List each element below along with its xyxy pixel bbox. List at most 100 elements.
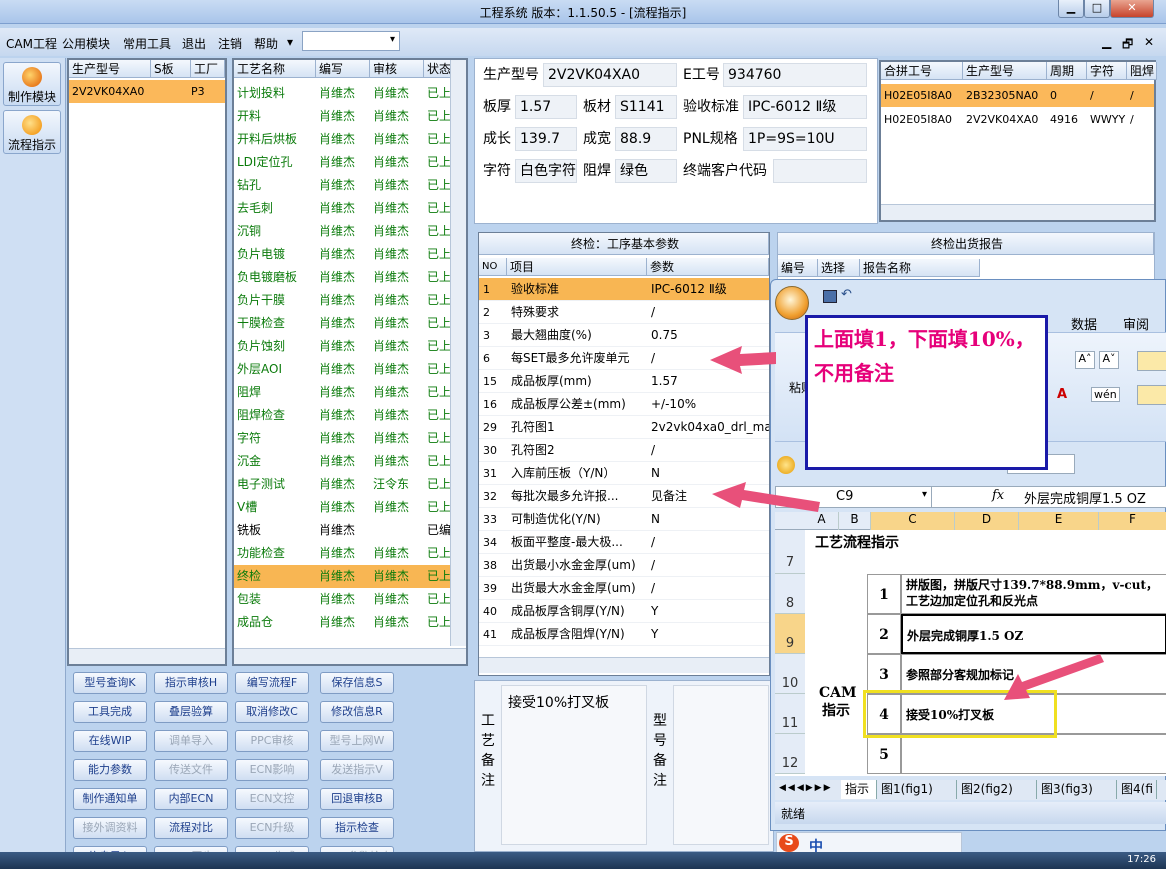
item-number-cell[interactable]: 2 [867,614,901,654]
action-button[interactable]: 叠层验算 [154,701,228,723]
col-header[interactable]: NO [479,258,507,276]
menu-tools[interactable]: 常用工具 [123,35,171,52]
row-header[interactable]: 8 [775,574,805,614]
col-header[interactable]: 阻焊 [1127,62,1157,80]
action-button[interactable]: 型号查询K [73,672,147,694]
action-button[interactable]: 保存信息S [320,672,394,694]
action-button[interactable]: 回退审核B [320,788,394,810]
e-no-field[interactable]: 934760 [723,63,867,87]
chevron-down-icon[interactable]: ▾ [922,489,927,500]
action-button[interactable]: 能力参数 [73,759,147,781]
table-row[interactable]: 负片干膜 肖维杰 肖维杰 已上 [234,289,450,312]
phonetic-icon[interactable]: wén [1091,387,1120,402]
undo-icon[interactable]: ↶ [841,287,852,302]
table-row[interactable]: 1 验收标准 IPC-6012 Ⅱ级 [479,278,769,301]
table-row[interactable]: 阻焊检查 肖维杰 肖维杰 已上 [234,404,450,427]
action-button[interactable]: 调单导入 [154,730,228,752]
ribbon-tab-data[interactable]: 数据 [1071,314,1097,333]
thickness-field[interactable]: 1.57 [515,95,577,119]
table-row[interactable]: 阻焊 肖维杰 肖维杰 已上 [234,381,450,404]
table-row[interactable]: 负片蚀刻 肖维杰 肖维杰 已上 [234,335,450,358]
char-field[interactable]: 白色字符 [515,159,577,183]
table-row[interactable]: 计划投料 肖维杰 肖维杰 已上 [234,82,450,105]
table-row[interactable]: 2V2VK04XA0 P3 [69,80,225,103]
column-header[interactable]: C [871,512,955,530]
action-button[interactable]: 取消修改C [235,701,309,723]
align-center-icon[interactable] [1137,385,1166,405]
sheet-tab[interactable]: 图3(fig3) [1037,780,1117,799]
item-text-cell[interactable] [901,734,1166,774]
chevron-down-icon[interactable]: ▾ [287,35,293,49]
action-button[interactable]: 发送指示V [320,759,394,781]
minimize-button[interactable]: ▁ [1058,0,1084,18]
cam-label-cell[interactable]: CAM指示 [805,574,867,776]
horizontal-scrollbar[interactable] [881,204,1154,220]
horizontal-scrollbar[interactable] [69,648,225,664]
client-field[interactable] [773,159,867,183]
item-text-cell[interactable]: 外层完成铜厚1.5 OZ [901,614,1166,654]
align-left-icon[interactable] [1137,351,1166,371]
action-button[interactable]: 流程对比 [154,817,228,839]
col-header[interactable]: 项目 [507,258,647,276]
col-header[interactable]: S板 [151,60,191,78]
sheet-tab[interactable]: 指示 [841,780,877,799]
item-number-cell[interactable]: 1 [867,574,901,614]
action-button[interactable]: ECN文控 [235,788,309,810]
row-header[interactable]: 11 [775,694,805,734]
action-button[interactable]: 在线WIP [73,730,147,752]
col-header[interactable]: 编写 [316,60,370,78]
table-row[interactable]: 41 成品板厚含阻焊(Y/N) Y [479,623,769,646]
table-row[interactable]: 开料后烘板 肖维杰 肖维杰 已上 [234,128,450,151]
table-row[interactable]: H02E05I8A0 2V2VK04XA0 4916 WWYY / [881,108,1154,131]
action-button[interactable]: ECN升级 [235,817,309,839]
menu-public[interactable]: 公用模块 [62,35,110,52]
sheet-tab[interactable]: 图1(fig1) [877,780,957,799]
col-header[interactable]: 工艺名称 [234,60,316,78]
table-row[interactable]: 功能检查 肖维杰 肖维杰 已上 [234,542,450,565]
table-row[interactable]: 成品仓 肖维杰 肖维杰 已上 [234,611,450,634]
horizontal-scrollbar[interactable] [479,657,769,673]
flow-title-cell[interactable]: 工艺流程指示 [815,532,899,572]
flow-button[interactable]: 流程指示 [3,110,61,154]
table-row[interactable]: 铣板 肖维杰 已编 [234,519,450,542]
action-button[interactable]: PPC审核 [235,730,309,752]
shrink-font-icon[interactable]: A˅ [1099,351,1119,369]
action-button[interactable]: 接外调资料 [73,817,147,839]
col-header[interactable]: 字符 [1087,62,1127,80]
ribbon-tab-review[interactable]: 审阅 [1123,314,1149,333]
item-text-cell[interactable]: 拼版图，拼版尺寸139.7*88.9mm，v-cut，工艺边加定位孔和反光点 [901,574,1166,614]
col-header[interactable]: 参数 [647,258,769,276]
table-row[interactable]: 2 特殊要求 / [479,301,769,324]
col-header[interactable]: 合拼工号 [881,62,963,80]
horizontal-scrollbar[interactable] [234,648,466,664]
table-row[interactable]: 钻孔 肖维杰 肖维杰 已上 [234,174,450,197]
row-header[interactable]: 7 [775,530,805,574]
module-button[interactable]: 制作模块 [3,62,61,106]
col-header[interactable]: 审核 [370,60,424,78]
action-button[interactable]: 内部ECN [154,788,228,810]
col-header[interactable]: 周期 [1047,62,1087,80]
maximize-button[interactable]: □ [1084,0,1110,18]
action-button[interactable]: 编写流程F [235,672,309,694]
menu-logout[interactable]: 注销 [218,35,242,52]
item-number-cell[interactable]: 5 [867,734,901,774]
col-header[interactable]: 生产型号 [69,60,151,78]
col-header[interactable]: 工厂 [191,60,225,78]
action-button[interactable]: 型号上网W [320,730,394,752]
table-row[interactable]: 终检 肖维杰 肖维杰 已上 [234,565,450,588]
table-row[interactable]: 负电镀磨板 肖维杰 肖维杰 已上 [234,266,450,289]
table-row[interactable]: 字符 肖维杰 肖维杰 已上 [234,427,450,450]
toolbar-combo[interactable]: ▾ [302,31,400,51]
sheet-tab[interactable]: 图4(fi [1117,780,1157,799]
table-row[interactable]: 去毛刺 肖维杰 肖维杰 已上 [234,197,450,220]
fx-icon[interactable]: fx [992,488,1004,503]
col-header[interactable]: 选择 [818,259,860,277]
process-note-field[interactable]: 接受10%打叉板 [501,685,647,845]
office-button[interactable] [775,286,809,320]
table-row[interactable]: 40 成品板厚含铜厚(Y/N) Y [479,600,769,623]
mdi-minimize-button[interactable]: ▁ [1102,35,1111,49]
model-note-field[interactable] [673,685,769,845]
pnl-field[interactable]: 1P=9S=10U [743,127,867,151]
column-header[interactable]: E [1019,512,1099,530]
table-row[interactable]: 39 出货最大水金金厚(um) / [479,577,769,600]
